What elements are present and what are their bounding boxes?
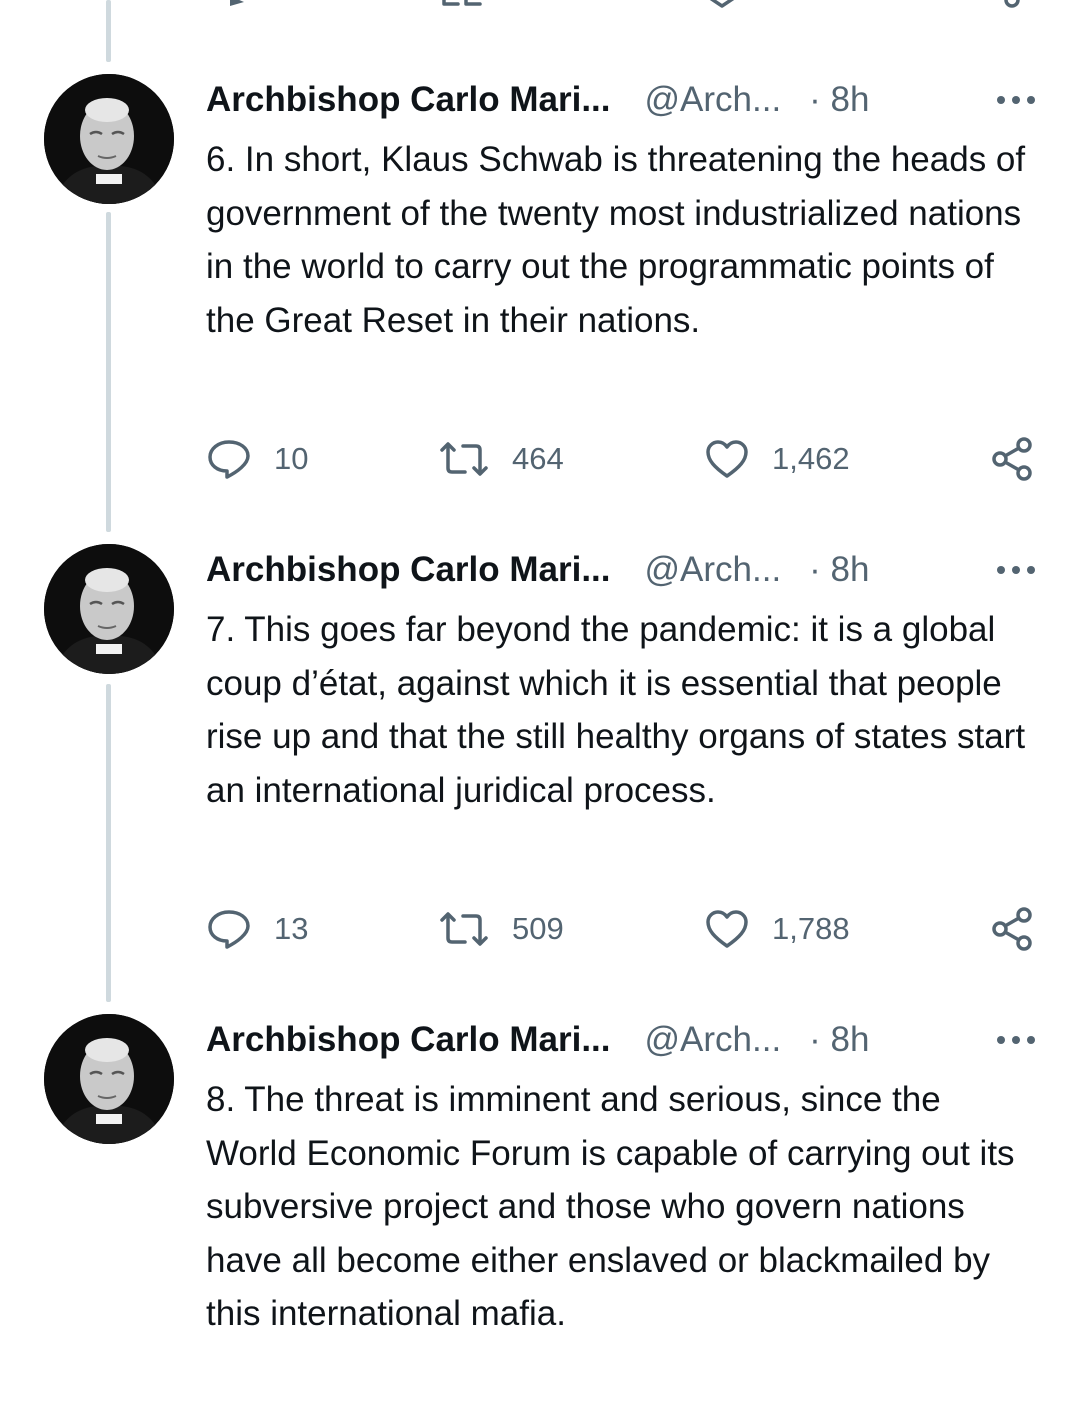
share-icon (992, 437, 1032, 481)
avatar[interactable] (44, 1014, 174, 1144)
retweet-count: 509 (512, 911, 564, 946)
avatar-portrait-image (44, 1014, 174, 1144)
more-options-button[interactable] (976, 1015, 1036, 1065)
more-options-button[interactable] (976, 75, 1036, 125)
share-button[interactable] (988, 904, 1036, 954)
author-display-name[interactable]: Archbishop Carlo Mari... (206, 545, 611, 595)
retweet-count: 464 (512, 441, 564, 476)
avatar[interactable] (44, 544, 174, 674)
author-display-name[interactable]: Archbishop Carlo Mari... (206, 75, 611, 125)
reply-count: 10 (274, 441, 309, 476)
tweet-thread: Archbishop Carlo Mari... @Arch... · 8h 6… (0, 0, 1080, 1405)
reply-icon (208, 440, 250, 479)
tweet-timestamp[interactable]: · 8h (809, 545, 869, 595)
like-count: 1,462 (772, 441, 850, 476)
author-display-name[interactable]: Archbishop Carlo Mari... (206, 1015, 611, 1065)
thread-connector-line (106, 0, 111, 62)
author-handle[interactable]: @Arch... (645, 1015, 782, 1065)
reply-button[interactable]: 13 (206, 904, 308, 954)
more-options-button[interactable] (976, 545, 1036, 595)
like-button[interactable]: 1,462 (704, 434, 850, 484)
avatar[interactable] (44, 74, 174, 204)
more-icon (997, 566, 1035, 574)
like-count: 1,788 (772, 911, 850, 946)
retweet-icon[interactable] (438, 0, 486, 10)
retweet-button[interactable]: 509 (438, 904, 564, 954)
avatar-portrait-image (44, 544, 174, 674)
thread-connector-line (106, 684, 111, 1002)
more-icon (997, 1036, 1035, 1044)
more-icon (997, 96, 1035, 104)
tweet-actions: 10 464 1,462 (206, 434, 1036, 484)
previous-tweet-actions (206, 0, 1036, 10)
tweet-timestamp[interactable]: · 8h (809, 1015, 869, 1065)
retweet-icon (440, 442, 488, 476)
author-handle[interactable]: @Arch... (645, 545, 782, 595)
share-icon (992, 907, 1032, 951)
reply-icon[interactable] (224, 0, 254, 10)
tweet-text: 6. In short, Klaus Schwab is threatening… (206, 140, 1026, 340)
author-handle[interactable]: @Arch... (645, 75, 782, 125)
thread-connector-line (106, 212, 111, 532)
reply-count: 13 (274, 911, 309, 946)
heart-icon (706, 910, 748, 948)
share-icon[interactable] (986, 0, 1026, 10)
retweet-button[interactable]: 464 (438, 434, 564, 484)
tweet-text: 7. This goes far beyond the pandemic: it… (206, 610, 1026, 810)
retweet-icon (440, 912, 488, 946)
avatar-portrait-image (44, 74, 174, 204)
reply-button[interactable]: 10 (206, 434, 308, 484)
share-button[interactable] (988, 434, 1036, 484)
tweet-actions: 13 509 1,788 (206, 904, 1036, 954)
heart-icon (706, 440, 748, 478)
tweet-header: Archbishop Carlo Mari... @Arch... · 8h (206, 75, 1036, 125)
heart-icon[interactable] (704, 0, 744, 10)
tweet-header: Archbishop Carlo Mari... @Arch... · 8h (206, 545, 1036, 595)
reply-icon (208, 910, 250, 949)
like-button[interactable]: 1,788 (704, 904, 850, 954)
tweet-header: Archbishop Carlo Mari... @Arch... · 8h (206, 1015, 1036, 1065)
tweet-timestamp[interactable]: · 8h (809, 75, 869, 125)
tweet-text: 8. The threat is imminent and serious, s… (206, 1080, 1015, 1333)
